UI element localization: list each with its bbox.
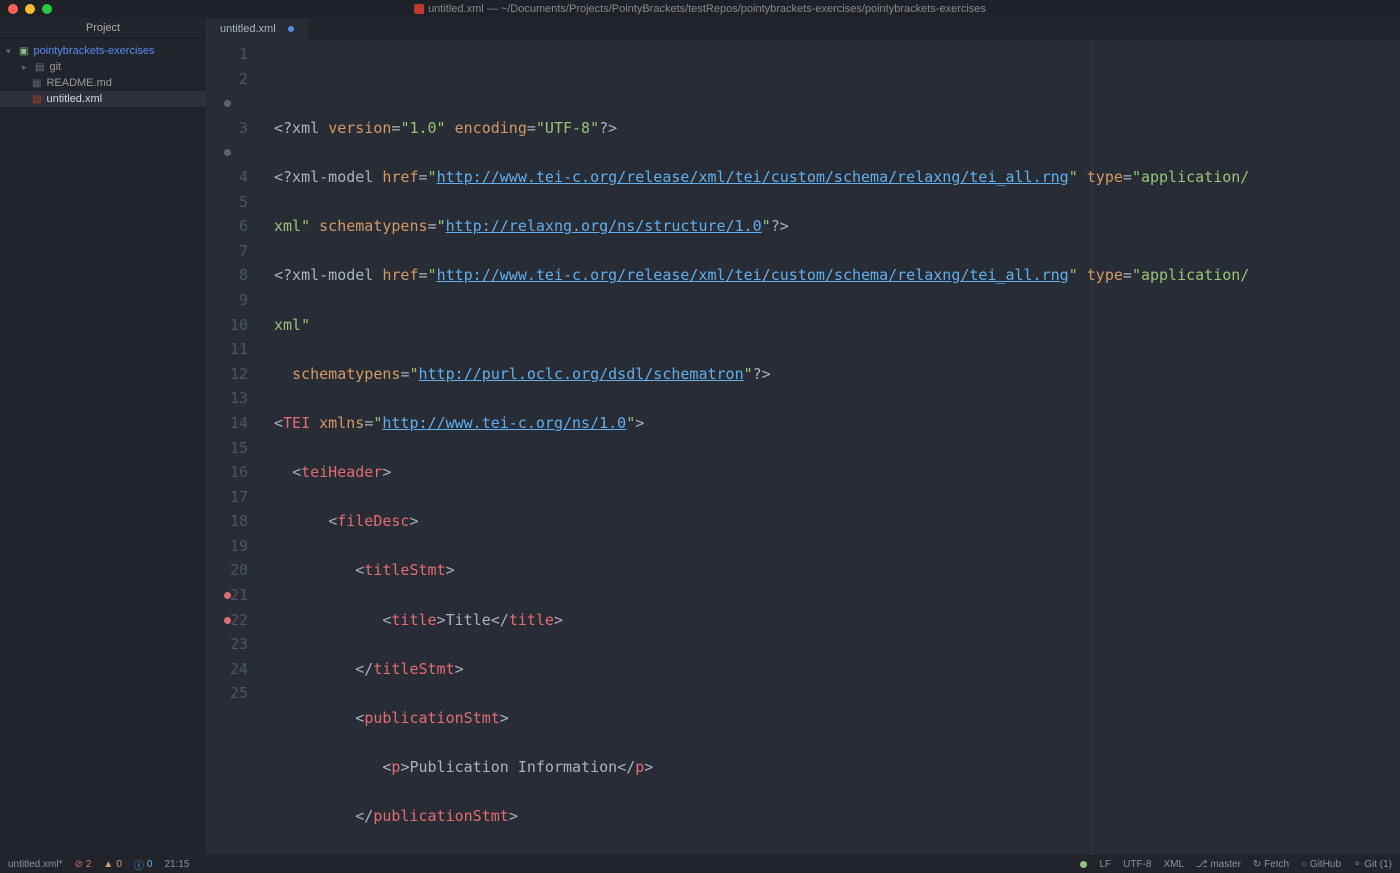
status-bar: untitled.xml* ⊘ 2 ▲ 0 ⓘ 0 21:15 LF UTF-8… bbox=[0, 855, 1400, 873]
editor-tabs: untitled.xml bbox=[206, 18, 1400, 40]
project-sidebar: Project ▾ ▣ pointybrackets-exercises ▸ ▤… bbox=[0, 18, 206, 855]
code-area[interactable]: <?xml version="1.0" encoding="UTF-8"?> <… bbox=[266, 40, 1400, 855]
code-line: schematypens="http://purl.oclc.org/dsdl/… bbox=[266, 362, 1400, 387]
code-line: xml" schematypens="http://relaxng.org/ns… bbox=[266, 214, 1400, 239]
code-line: xml" bbox=[266, 313, 1400, 338]
project-name: pointybrackets-exercises bbox=[33, 45, 154, 57]
code-line: <?xml version="1.0" encoding="UTF-8"?> bbox=[266, 116, 1400, 141]
status-errors[interactable]: ⊘ 2 bbox=[74, 859, 91, 870]
code-line: </publicationStmt> bbox=[266, 804, 1400, 829]
code-line: <sourceDesc> bbox=[266, 854, 1400, 855]
status-github[interactable]: ○ GitHub bbox=[1301, 859, 1341, 870]
status-encoding[interactable]: UTF-8 bbox=[1123, 859, 1151, 870]
status-ok-icon bbox=[1080, 861, 1087, 868]
status-cursor-pos[interactable]: 21:15 bbox=[164, 859, 189, 870]
wrap-guide bbox=[1092, 40, 1093, 855]
status-file[interactable]: untitled.xml* bbox=[8, 859, 62, 870]
code-editor[interactable]: 12 3 45678910111213141516171819202122232… bbox=[206, 40, 1400, 855]
code-line: <TEI xmlns="http://www.tei-c.org/ns/1.0"… bbox=[266, 411, 1400, 436]
chevron-right-icon: ▸ bbox=[22, 62, 30, 73]
modified-dot-icon bbox=[288, 26, 294, 32]
tree-root[interactable]: ▾ ▣ pointybrackets-exercises bbox=[0, 43, 206, 59]
status-fetch[interactable]: Fetch bbox=[1253, 859, 1289, 870]
line-number-gutter: 12 3 45678910111213141516171819202122232… bbox=[206, 40, 266, 855]
tree-readme[interactable]: ▦ README.md bbox=[0, 75, 206, 91]
code-line: <fileDesc> bbox=[266, 509, 1400, 534]
status-info[interactable]: ⓘ 0 bbox=[134, 857, 153, 872]
code-line: <title>Title</title> bbox=[266, 608, 1400, 633]
file-tree: ▾ ▣ pointybrackets-exercises ▸ ▤ git ▦ R… bbox=[0, 39, 206, 107]
code-line: <teiHeader> bbox=[266, 460, 1400, 485]
editor-pane: untitled.xml 12 3 4567891011121314151617… bbox=[206, 18, 1400, 855]
status-git[interactable]: ⚬ Git (1) bbox=[1353, 859, 1392, 870]
folder-icon: ▣ bbox=[19, 46, 28, 57]
tree-git-folder[interactable]: ▸ ▤ git bbox=[0, 59, 206, 75]
folder-icon: ▤ bbox=[35, 62, 44, 73]
code-line: <titleStmt> bbox=[266, 558, 1400, 583]
status-line-ending[interactable]: LF bbox=[1099, 859, 1111, 870]
tab-label: untitled.xml bbox=[220, 23, 276, 35]
minimize-icon[interactable] bbox=[25, 4, 35, 14]
code-file-icon: ▧ bbox=[32, 94, 41, 105]
tree-current-file[interactable]: ▧ untitled.xml bbox=[0, 91, 206, 107]
status-language[interactable]: XML bbox=[1163, 859, 1184, 870]
code-line: <p>Publication Information</p> bbox=[266, 755, 1400, 780]
maximize-icon[interactable] bbox=[42, 4, 52, 14]
code-line: <?xml-model href="http://www.tei-c.org/r… bbox=[266, 263, 1400, 288]
status-warnings[interactable]: ▲ 0 bbox=[103, 859, 121, 870]
traffic-lights[interactable] bbox=[8, 4, 52, 14]
folder-label: git bbox=[49, 61, 61, 73]
status-branch[interactable]: master bbox=[1196, 859, 1241, 870]
close-icon[interactable] bbox=[8, 4, 18, 14]
tab-current-file[interactable]: untitled.xml bbox=[206, 18, 308, 40]
window-titlebar: untitled.xml — ~/Documents/Projects/Poin… bbox=[0, 0, 1400, 18]
chevron-down-icon: ▾ bbox=[6, 46, 14, 57]
code-line: <?xml-model href="http://www.tei-c.org/r… bbox=[266, 165, 1400, 190]
file-label: README.md bbox=[46, 77, 111, 89]
file-type-icon bbox=[414, 4, 424, 14]
code-line: </titleStmt> bbox=[266, 657, 1400, 682]
sidebar-header: Project bbox=[0, 18, 206, 39]
book-icon: ▦ bbox=[32, 78, 41, 89]
window-title: untitled.xml — ~/Documents/Projects/Poin… bbox=[428, 3, 986, 15]
file-label: untitled.xml bbox=[46, 93, 102, 105]
code-line: <publicationStmt> bbox=[266, 706, 1400, 731]
